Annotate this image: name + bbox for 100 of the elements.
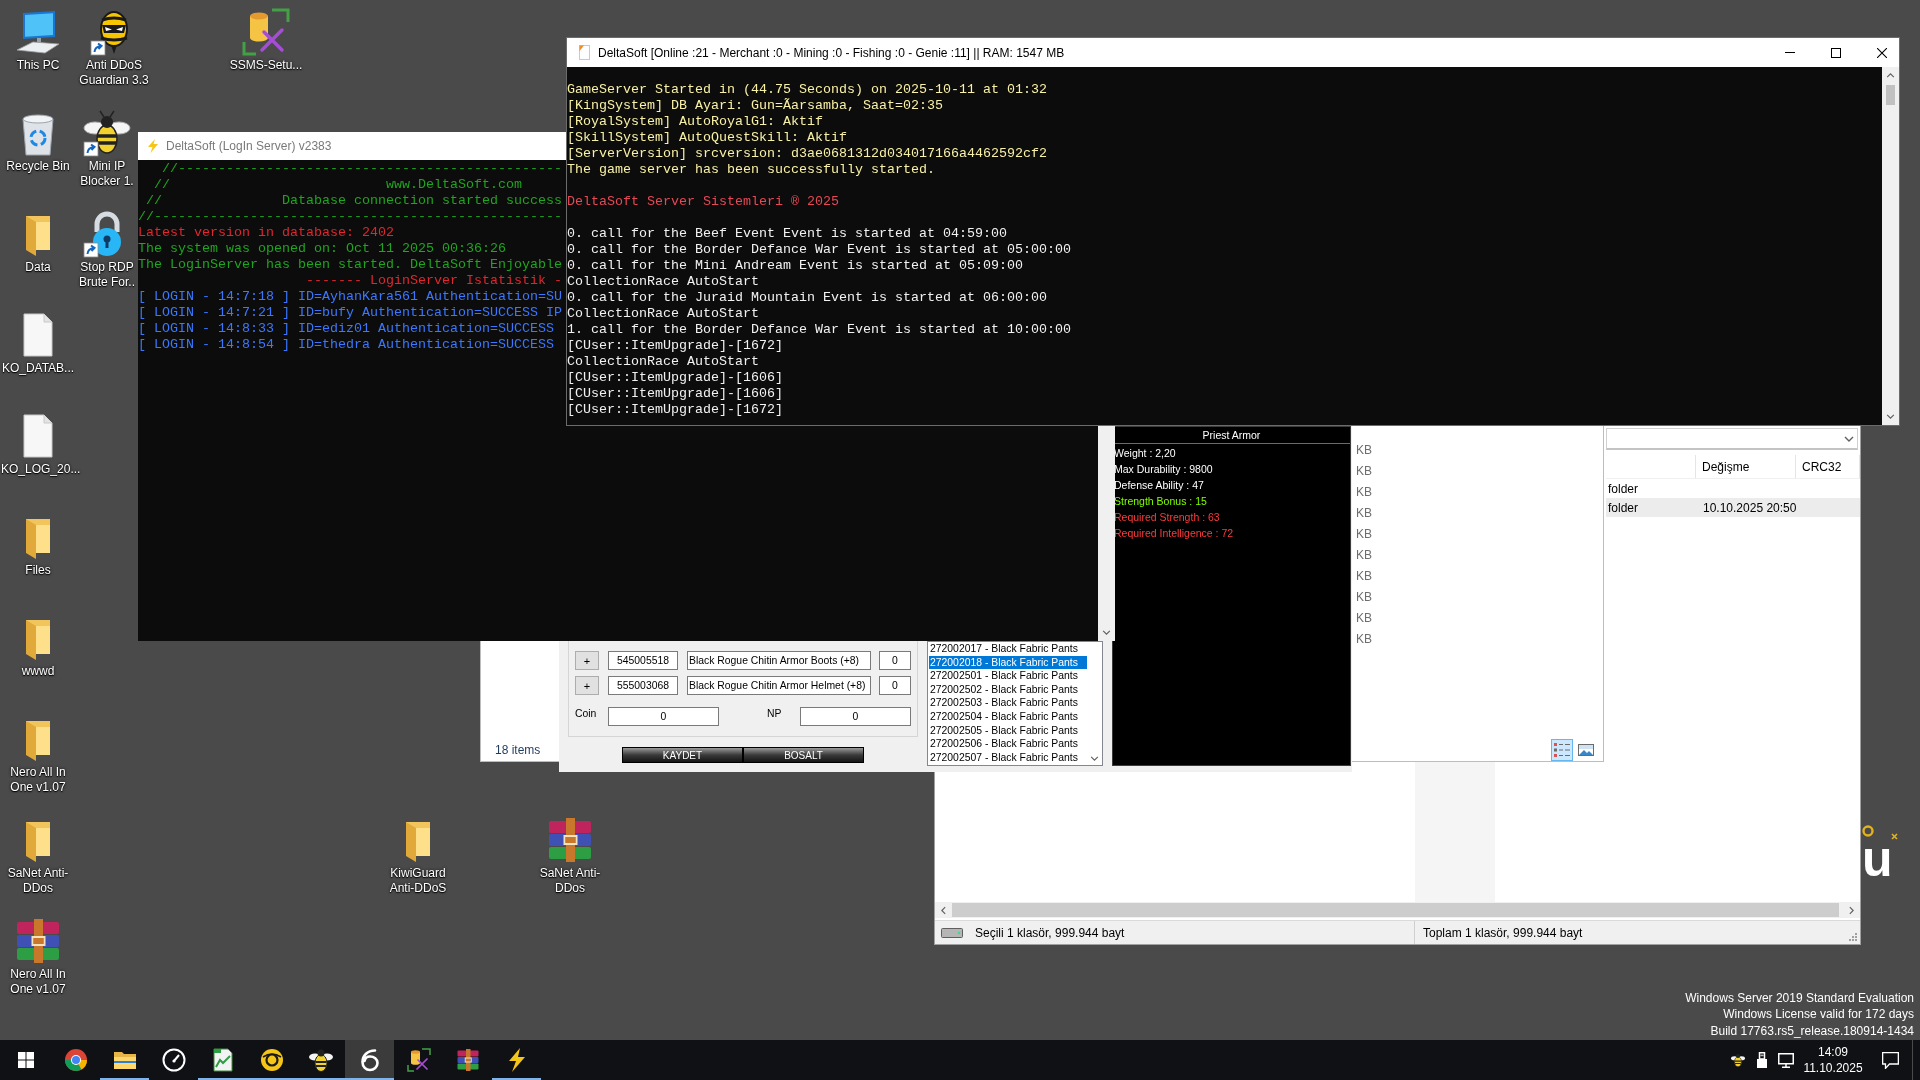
desktop-shortcut[interactable]: wwwd xyxy=(0,606,76,707)
code-field[interactable]: 555003068 xyxy=(608,676,678,695)
action-button[interactable]: KAYDET xyxy=(622,747,743,763)
tooltip-line: Required Intelligence : 72 xyxy=(1114,526,1234,541)
console-line: ------- LoginServer Istatistik - xyxy=(304,273,562,289)
console-line: // www.DeltaSoft.com xyxy=(153,177,522,193)
column-header[interactable]: CRC32 xyxy=(1796,455,1860,478)
system-info-text: Build 17763.rs5_release.180914-1434 xyxy=(1710,1022,1914,1039)
desktop-shortcut[interactable]: SaNet Anti-DDos xyxy=(0,808,76,909)
file-row[interactable]: folder xyxy=(1606,479,1860,498)
table-cell: folder xyxy=(1608,500,1639,515)
browser-icon xyxy=(63,1048,88,1072)
console-line: 0. call for the Mini Andream Event is started at 05:09:00 xyxy=(567,258,1023,274)
console-line: The game server has been successfully started. xyxy=(567,162,935,178)
resize-grip-icon xyxy=(1849,933,1857,941)
view-button[interactable] xyxy=(1551,739,1573,761)
console-line: [RoyalSystem] AutoRoyalG1: Aktif xyxy=(567,114,823,130)
list-item[interactable]: 272002507 - Black Fabric Pants xyxy=(929,750,1087,765)
desktop-shortcut[interactable]: Anti DDoS Guardian 3.3 xyxy=(76,0,152,101)
bee-icon xyxy=(308,1048,333,1072)
list-item[interactable]: 272002502 - Black Fabric Pants xyxy=(929,682,1087,697)
console-line: [CUser::ItemUpgrade]-[1672] xyxy=(567,338,783,354)
name-field[interactable]: Black Rogue Chitin Armor Boots (+8) xyxy=(687,651,871,670)
console-line: CollectionRace AutoStart xyxy=(567,306,759,322)
console-line: 0. call for the Juraid Mountain Event is started at 06:00:00 xyxy=(567,290,1047,306)
desktop-shortcut[interactable]: Data xyxy=(0,202,76,303)
desktop-shortcut[interactable]: Nero All In One v1.07 xyxy=(0,707,76,808)
count-field[interactable]: 0 xyxy=(879,651,911,670)
bee-icon xyxy=(1731,1052,1745,1068)
scrollbar-thumb[interactable] xyxy=(1886,85,1895,105)
desktop-shortcut[interactable]: Stop RDP Brute For.. xyxy=(76,202,138,303)
list-item[interactable]: 272002505 - Black Fabric Pants xyxy=(929,723,1087,738)
tooltip-line: Required Strength : 63 xyxy=(1114,510,1220,525)
scrollbar[interactable] xyxy=(935,902,1860,918)
eye-icon xyxy=(259,1048,284,1072)
list-item[interactable]: 272002018 - Black Fabric Pants xyxy=(929,655,1087,670)
list-item[interactable]: 272002017 - Black Fabric Pants xyxy=(929,642,1087,656)
add-button[interactable]: + xyxy=(575,651,599,670)
title-bar[interactable]: DeltaSoft (LogIn Server) v2383 xyxy=(138,132,566,160)
add-button[interactable]: + xyxy=(575,676,599,695)
status-text: Toplam 1 klasör, 999.944 bayt xyxy=(1423,925,1583,940)
archive-icon xyxy=(455,1048,480,1072)
chevron-down-icon xyxy=(1844,435,1854,442)
desktop-shortcut[interactable]: KiwiGuard Anti-DDoS xyxy=(380,808,456,909)
size-cell-text: KB xyxy=(1356,442,1372,459)
console-line: [ LOGIN - 14:8:33 ] ID=ediz01 Authentication=SUCCESS xyxy=(138,321,554,337)
size-cell-text: KB xyxy=(1356,568,1372,585)
coin-field[interactable]: 0 xyxy=(608,707,719,726)
console-line: //------------------------------------------------ xyxy=(161,161,562,177)
desktop-shortcut[interactable]: Mini IP Blocker 1. xyxy=(76,101,138,202)
list-item[interactable]: 272002506 - Black Fabric Pants xyxy=(929,737,1087,751)
file-row[interactable]: folder 10.10.2025 20:50 xyxy=(1606,498,1860,517)
console-line: The system was opened on: Oct 11 2025 00:36:26 xyxy=(138,241,506,257)
taskbar-button[interactable] xyxy=(345,1040,394,1080)
chevron-up-icon xyxy=(1886,73,1895,78)
clock-time[interactable]: 14:09 xyxy=(1818,1044,1848,1060)
tooltip-line: Strength Bonus : 15 xyxy=(1114,494,1207,509)
desktop-shortcut[interactable]: Files xyxy=(0,505,76,606)
drive-icon xyxy=(941,927,963,938)
clock-date[interactable]: 11.10.2025 xyxy=(1803,1060,1863,1076)
table-cell: 10.10.2025 20:50 xyxy=(1703,500,1797,515)
console-line: 0. call for the Border Defance War Event is started at 05:00:00 xyxy=(567,242,1071,258)
chevron-down-icon xyxy=(1886,414,1895,419)
table-cell: folder xyxy=(1608,481,1639,496)
chevron-left-icon xyxy=(941,905,946,915)
column-header[interactable]: Değişme xyxy=(1696,455,1796,478)
desktop-shortcut[interactable]: SSMS-Setu... xyxy=(228,0,304,101)
console-line: [CUser::ItemUpgrade]-[1606] xyxy=(567,386,783,402)
np-field[interactable]: 0 xyxy=(800,707,911,726)
list-item[interactable]: 272002503 - Black Fabric Pants xyxy=(929,696,1087,710)
desktop-shortcut[interactable]: SaNet Anti-DDos xyxy=(532,808,608,909)
count-field[interactable]: 0 xyxy=(879,676,911,695)
title-bar[interactable]: DeltaSoft [Online :21 - Merchant :0 - Mining :0 - Fishing :0 - Genie :11] || RAM: 1547 MB xyxy=(567,38,1899,67)
code-field[interactable]: 545005518 xyxy=(608,651,678,670)
chart-document-icon xyxy=(210,1048,235,1072)
list-item[interactable]: 272002501 - Black Fabric Pants xyxy=(929,669,1087,683)
size-cell-text: KB xyxy=(1356,484,1372,501)
desktop-shortcut[interactable]: Recycle Bin xyxy=(0,101,76,202)
window-title: DeltaSoft [Online :21 - Merchant :0 - Mining :0 - Fishing :0 - Genie :11] || RAM: 1547 MB xyxy=(598,45,1065,60)
scrollbar-thumb[interactable] xyxy=(952,903,1839,917)
item-listbox[interactable] xyxy=(927,641,1103,766)
image-icon xyxy=(1578,744,1594,756)
system-info-text: Windows License valid for 172 days xyxy=(1723,1006,1914,1023)
ring-icon xyxy=(1862,825,1874,837)
monitor-icon xyxy=(1778,1052,1794,1068)
console-line: [KingSystem] DB Ayari: Gun=Ãarsamba, Saat=02:35 xyxy=(567,98,943,114)
desktop-shortcut[interactable]: This PC xyxy=(0,0,76,101)
desktop-shortcut[interactable]: Nero All In One v1.07 xyxy=(0,909,76,1010)
scrollbar[interactable] xyxy=(1882,67,1899,425)
list-item[interactable]: 272002504 - Black Fabric Pants xyxy=(929,709,1087,724)
size-cell-text: KB xyxy=(1356,631,1372,648)
action-button[interactable]: BOSALT xyxy=(743,747,864,763)
console-line: [ServerVersion] srcversion: d3ae0681312d034017166a4462592cf2 xyxy=(567,146,1047,162)
console-line: [SkillSystem] AutoQuestSkill: Aktif xyxy=(567,130,847,146)
name-field[interactable]: Black Rogue Chitin Armor Helmet (+8) xyxy=(687,676,871,695)
console-line: [ LOGIN - 14:8:54 ] ID=thedra Authentication=SUCCESS xyxy=(138,337,554,353)
list-view-icon xyxy=(1554,743,1570,757)
database-tools-icon xyxy=(406,1048,431,1072)
desktop-shortcut[interactable]: KO_DATAB... xyxy=(0,303,76,404)
size-cell-text: KB xyxy=(1356,610,1372,627)
